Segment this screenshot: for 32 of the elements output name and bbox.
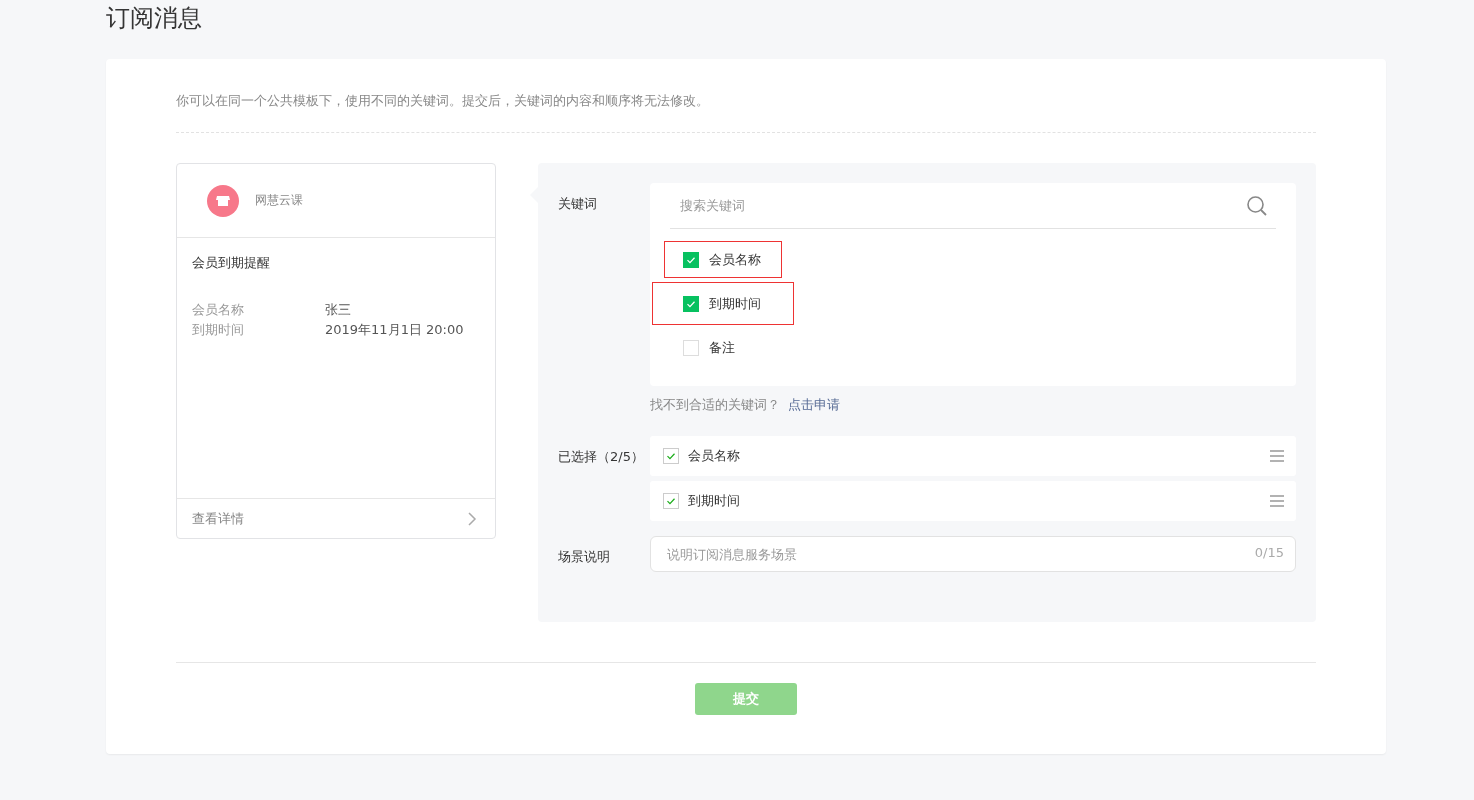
page-title: 订阅消息: [106, 3, 203, 34]
option-label: 备注: [709, 338, 735, 357]
chevron-right-icon: [467, 510, 477, 527]
option-label: 到期时间: [709, 294, 761, 313]
checkbox[interactable]: [683, 251, 699, 268]
hint-text: 找不到合适的关键词？: [650, 397, 780, 412]
keyword-label: 会员名称: [688, 447, 741, 465]
field-label: 到期时间: [192, 321, 245, 339]
checkbox[interactable]: [663, 493, 679, 509]
field-label: 场景说明: [558, 548, 611, 566]
field-value: 张三: [325, 301, 351, 319]
keyword-label: 到期时间: [688, 492, 741, 510]
field-value: 2019年11月1日 20:00: [325, 321, 464, 339]
drag-handle-icon[interactable]: [1270, 450, 1284, 462]
view-details-link[interactable]: 查看详情: [177, 498, 495, 538]
checkbox[interactable]: [663, 448, 679, 464]
apply-link[interactable]: 点击申请: [788, 397, 840, 412]
option-label: 会员名称: [709, 250, 761, 269]
account-name: 网慧云课: [255, 192, 303, 209]
field-label: 关键词: [558, 195, 598, 213]
selected-keyword-row[interactable]: 到期时间: [650, 481, 1296, 521]
search-field[interactable]: 搜索关键词: [670, 198, 1246, 213]
intro-text: 你可以在同一个公共模板下，使用不同的关键词。提交后，关键词的内容和顺序将无法修改。: [176, 92, 710, 110]
selected-keyword-row[interactable]: 会员名称: [650, 436, 1296, 476]
checkbox[interactable]: [683, 295, 699, 312]
field-label: 已选择（2/5）: [558, 448, 645, 466]
template-title: 会员到期提醒: [192, 254, 271, 272]
field-label: 会员名称: [192, 301, 245, 319]
shop-avatar-icon: [207, 184, 239, 217]
drag-handle-icon[interactable]: [1270, 495, 1284, 507]
search-icon: [1246, 194, 1268, 217]
char-counter: 0/15: [1254, 545, 1284, 560]
